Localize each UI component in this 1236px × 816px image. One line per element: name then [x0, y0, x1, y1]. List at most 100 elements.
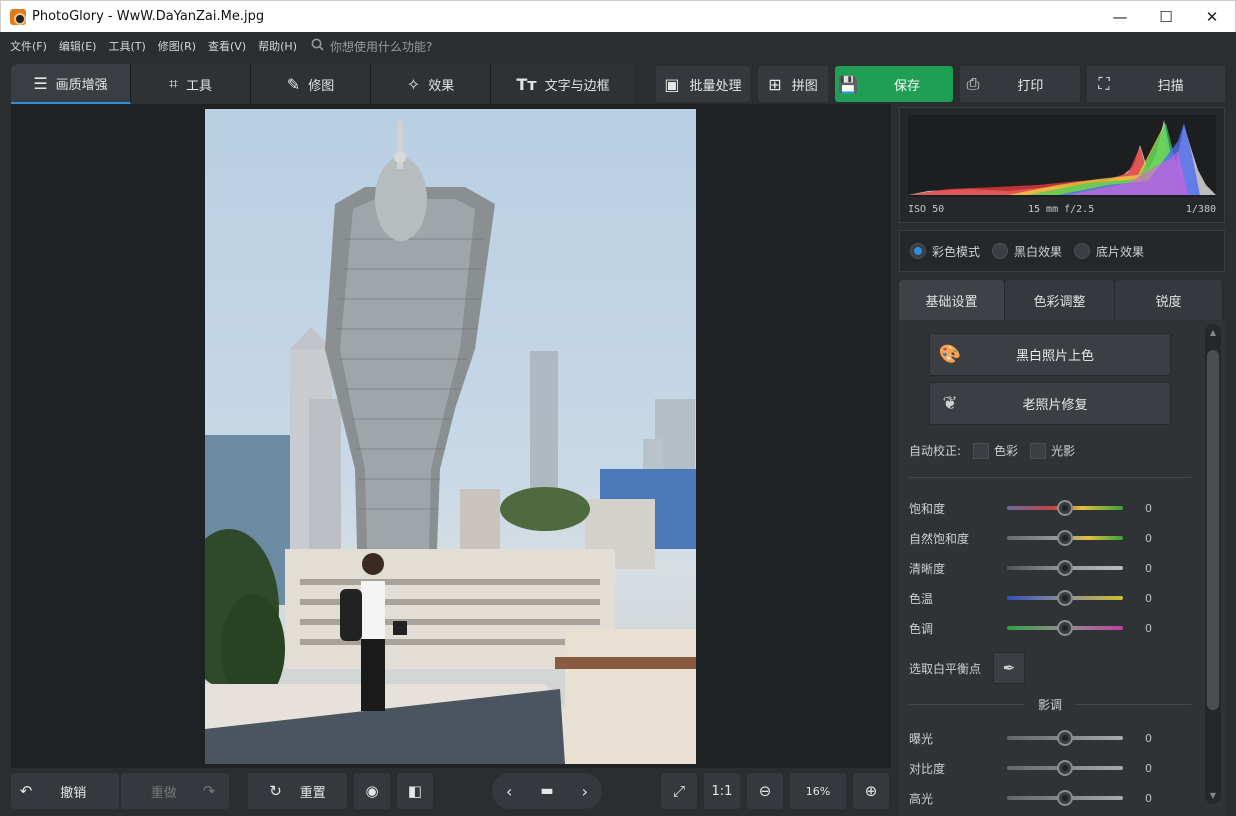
slider-handle[interactable] — [1057, 620, 1073, 636]
slider-contrast: 对比度 0 — [909, 758, 1199, 778]
menu-file[interactable]: 文件(F) — [10, 38, 47, 54]
auto-light-label: 光影 — [1051, 444, 1076, 458]
slider-vibrance: 自然饱和度 0 — [909, 528, 1199, 548]
mode-bw-radio[interactable]: 黑白效果 — [992, 243, 1062, 260]
eyedropper-button[interactable]: ✒ — [993, 652, 1026, 684]
next-image-icon[interactable]: › — [582, 782, 588, 801]
tab-sharpness[interactable]: 锐度 — [1115, 280, 1223, 320]
previous-image-icon[interactable]: ‹ — [506, 782, 512, 801]
slider-track[interactable] — [1007, 760, 1123, 776]
text-icon: Tт — [516, 74, 537, 94]
slider-value: 0 — [1145, 761, 1152, 775]
scan-icon: ⛶ — [1098, 74, 1110, 93]
tab-text-frames[interactable]: Tт 文字与边框 — [491, 64, 635, 104]
brush-icon: ✎ — [286, 74, 301, 94]
mode-tabs: ☰ 画质增强 ⌗ 工具 ✎ 修图 ✧ 效果 Tт 文字与边框 — [11, 64, 635, 104]
auto-correct-row: 自动校正: 色彩 光影 — [909, 442, 1075, 459]
zoom-in-button[interactable]: ⊕ — [853, 773, 889, 809]
menu-view[interactable]: 查看(V) — [208, 38, 246, 54]
images-icon: ▣ — [664, 74, 680, 94]
restore-old-photo-button[interactable]: ❦ 老照片修复 — [929, 382, 1171, 425]
slider-tint: 色调 0 — [909, 618, 1199, 638]
bottom-bar: ↶ 撤销 重做 ↷ ↻ 重置 ◉ ◧ ‹ ▬ › ⤢ 1:1 ⊖ 16% ⊕ — [0, 768, 895, 816]
feature-search[interactable]: 你想使用什么功能? — [311, 38, 432, 55]
image-canvas[interactable] — [11, 104, 891, 768]
exif-iso: ISO 50 — [908, 204, 945, 215]
slider-handle[interactable] — [1057, 790, 1073, 806]
slider-track[interactable] — [1007, 560, 1123, 576]
slider-track[interactable] — [1007, 790, 1123, 806]
tab-retouch[interactable]: ✎ 修图 — [251, 64, 371, 104]
slider-handle[interactable] — [1057, 500, 1073, 516]
slider-handle[interactable] — [1057, 760, 1073, 776]
auto-light-checkbox[interactable] — [1030, 442, 1047, 459]
fit-screen-button[interactable]: ⤢ — [661, 773, 697, 809]
slider-track[interactable] — [1007, 620, 1123, 636]
preview-button[interactable]: ◉ — [354, 773, 390, 809]
slider-label: 饱和度 — [909, 501, 946, 516]
slider-track[interactable] — [1007, 530, 1123, 546]
undo-button[interactable]: ↶ 撤销 — [11, 773, 119, 809]
scroll-thumb[interactable] — [1207, 350, 1219, 710]
maximize-button[interactable]: ☐ — [1143, 1, 1189, 32]
menu-retouch[interactable]: 修图(R) — [158, 38, 196, 54]
reset-button[interactable]: ↻ 重置 — [248, 773, 347, 809]
window-controls: — ☐ ✕ — [1097, 1, 1235, 32]
colorize-bw-button[interactable]: 🎨 黑白照片上色 — [929, 333, 1171, 376]
tone-section-label: 影调 — [1038, 698, 1063, 712]
close-button[interactable]: ✕ — [1189, 1, 1235, 32]
settings-tabs: 基础设置 色彩调整 锐度 — [899, 280, 1225, 320]
tab-color-adjust[interactable]: 色彩调整 — [1005, 280, 1115, 320]
menu-edit[interactable]: 编辑(E) — [59, 38, 97, 54]
slider-value: 0 — [1145, 621, 1152, 635]
folder-icon[interactable]: ▬ — [540, 783, 553, 799]
slider-label: 曝光 — [909, 731, 934, 746]
tab-enhance[interactable]: ☰ 画质增强 — [11, 64, 131, 104]
tab-label: 效果 — [428, 78, 455, 94]
menu-tools[interactable]: 工具(T) — [108, 38, 145, 54]
slider-track[interactable] — [1007, 730, 1123, 746]
slider-handle[interactable] — [1057, 590, 1073, 606]
batch-label: 批量处理 — [689, 78, 742, 94]
adjustments-panel: ISO 50 15 mm f/2.5 1/380 彩色模式 黑白效果 底片效果 … — [895, 104, 1236, 816]
slider-handle[interactable] — [1057, 560, 1073, 576]
slider-label: 高光 — [909, 791, 934, 806]
redo-button[interactable]: 重做 ↷ — [121, 773, 229, 809]
menu-help[interactable]: 帮助(H) — [258, 38, 297, 54]
slider-handle[interactable] — [1057, 730, 1073, 746]
sliders-icon: ☰ — [33, 73, 48, 93]
tab-tools[interactable]: ⌗ 工具 — [131, 64, 251, 104]
minimize-button[interactable]: — — [1097, 1, 1143, 32]
search-placeholder: 你想使用什么功能? — [329, 39, 433, 54]
slider-clarity: 清晰度 0 — [909, 558, 1199, 578]
scroll-down-icon[interactable]: ▼ — [1205, 791, 1221, 800]
slider-handle[interactable] — [1057, 530, 1073, 546]
tab-basic-settings[interactable]: 基础设置 — [899, 280, 1005, 320]
mode-negative-radio[interactable]: 底片效果 — [1074, 243, 1144, 260]
slider-track[interactable] — [1007, 590, 1123, 606]
zoom-level-field[interactable]: 16% — [790, 773, 846, 809]
scroll-up-icon[interactable]: ▲ — [1205, 328, 1221, 337]
mode-color-radio[interactable]: 彩色模式 — [910, 243, 980, 260]
tab-effects[interactable]: ✧ 效果 — [371, 64, 491, 104]
basic-settings-pane: 🎨 黑白照片上色 ❦ 老照片修复 自动校正: 色彩 光影 饱和度 0 自然饱和度… — [899, 320, 1225, 816]
actual-size-button[interactable]: 1:1 — [704, 773, 740, 809]
main-toolbar: ☰ 画质增强 ⌗ 工具 ✎ 修图 ✧ 效果 Tт 文字与边框 ▣ 批量处理 ⊞ … — [0, 60, 1236, 104]
fit-screen-icon: ⤢ — [672, 782, 685, 800]
collage-button[interactable]: ⊞ 拼图 — [758, 66, 828, 102]
tab-label: 工具 — [186, 78, 213, 94]
slider-track[interactable] — [1007, 500, 1123, 516]
undo-label: 撤销 — [60, 785, 87, 801]
print-button[interactable]: ⎙ 打印 — [960, 66, 1080, 102]
compare-button[interactable]: ◧ — [397, 773, 433, 809]
panel-scrollbar[interactable]: ▲ ▼ — [1205, 324, 1221, 804]
zoom-out-button[interactable]: ⊖ — [747, 773, 783, 809]
slider-value: 0 — [1145, 501, 1152, 515]
batch-button[interactable]: ▣ 批量处理 — [656, 66, 750, 102]
auto-color-label: 色彩 — [994, 444, 1019, 458]
eyedropper-icon: ✒ — [1002, 659, 1016, 677]
auto-color-checkbox[interactable] — [973, 442, 990, 459]
save-button[interactable]: 💾 保存 — [835, 66, 953, 102]
slider-exposure: 曝光 0 — [909, 728, 1199, 748]
scan-button[interactable]: ⛶ 扫描 — [1087, 66, 1225, 102]
